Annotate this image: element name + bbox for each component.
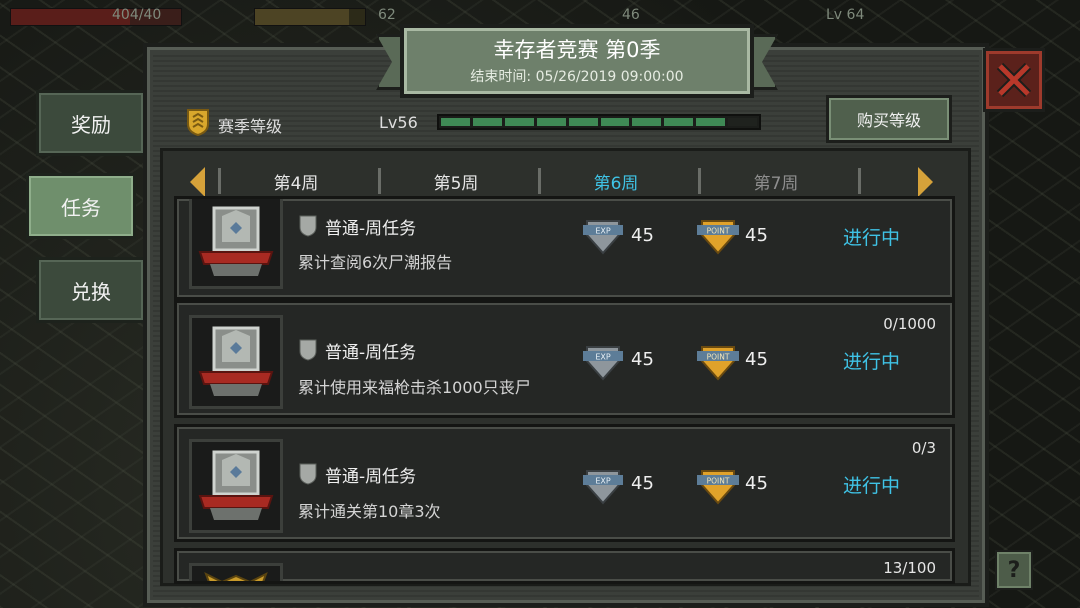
- exp-badge-icon: EXP: [583, 470, 623, 505]
- progress-segment: [441, 118, 470, 126]
- energy-bar: [254, 8, 366, 26]
- side-tab-tasks[interactable]: 任务: [26, 173, 136, 239]
- hud-level-value: Lv 64: [826, 7, 865, 23]
- season-badge-icon: [187, 109, 209, 136]
- progress-segment: [568, 118, 598, 126]
- week-next-icon[interactable]: [918, 167, 933, 197]
- end-time: 结束时间: 05/26/2019 09:00:00: [470, 69, 684, 85]
- week-separator: [378, 168, 381, 194]
- task-progress: 13/100: [883, 559, 936, 577]
- hud-health-value: 404/40: [112, 7, 162, 23]
- help-icon: ?: [1007, 557, 1021, 583]
- task-badge-icon: [189, 199, 283, 289]
- task-card[interactable]: 0/1000 普通-周任务 累计使用来福枪击杀1000只丧尸 EXP 45 PO…: [174, 300, 955, 418]
- progress-segment: [664, 118, 694, 126]
- task-type-label: 普通-周任务: [325, 343, 417, 363]
- shield-icon: [299, 339, 317, 361]
- season-progress-bar: [437, 114, 761, 130]
- progress-segment: [632, 118, 662, 126]
- buy-level-label: 购买等级: [856, 111, 921, 130]
- tab-week-6[interactable]: 第6周: [556, 169, 676, 194]
- svg-text:POINT: POINT: [707, 353, 730, 362]
- task-badge-icon: [189, 439, 283, 533]
- svg-text:EXP: EXP: [595, 227, 611, 236]
- hud-right-value: 46: [622, 7, 640, 23]
- task-description: 累计使用来福枪击杀1000只丧尸: [298, 378, 531, 397]
- task-description: 累计通关第10章3次: [298, 502, 441, 521]
- task-status: 进行中: [843, 227, 901, 249]
- task-description: 累计查阅6次尸潮报告: [298, 253, 453, 272]
- svg-text:EXP: EXP: [595, 477, 611, 486]
- help-button[interactable]: ?: [995, 550, 1033, 590]
- side-tab-rewards[interactable]: 奖励: [36, 90, 146, 156]
- task-status: 进行中: [843, 475, 901, 497]
- task-status: 进行中: [843, 351, 901, 373]
- progress-segment: [472, 118, 502, 126]
- week-separator: [858, 168, 861, 194]
- week-prev-icon[interactable]: [190, 167, 205, 197]
- point-badge-icon: POINT: [697, 470, 739, 505]
- title-plaque: 幸存者竞赛 第0季 结束时间: 05/26/2019 09:00:00: [400, 24, 754, 98]
- point-badge-icon: POINT: [697, 220, 739, 255]
- side-tab-exchange[interactable]: 兑换: [36, 257, 146, 323]
- task-progress: 0/1000: [883, 315, 936, 333]
- task-type-label: 普通-周任务: [325, 219, 417, 239]
- point-reward-value: 45: [745, 473, 768, 494]
- week-separator: [538, 168, 541, 194]
- shield-icon: [299, 463, 317, 485]
- svg-text:POINT: POINT: [707, 477, 730, 486]
- task-card[interactable]: 普通-周任务 累计查阅6次尸潮报告 EXP 45 POINT 45 进行中: [174, 196, 955, 300]
- close-icon: [996, 62, 1032, 98]
- progress-segment: [696, 118, 726, 126]
- season-level-label: 赛季等级: [218, 117, 283, 136]
- progress-segment: [728, 118, 758, 126]
- season-level-value: Lv56: [379, 113, 418, 132]
- close-button[interactable]: [983, 48, 1045, 112]
- side-tab-label: 奖励: [71, 112, 111, 137]
- task-badge-icon: [189, 563, 283, 581]
- side-tab-label: 兑换: [71, 279, 111, 304]
- svg-text:EXP: EXP: [595, 353, 611, 362]
- week-separator: [218, 168, 221, 194]
- task-card[interactable]: 0/3 普通-周任务 累计通关第10章3次 EXP 45 POINT 45 进行…: [174, 424, 955, 542]
- exp-reward-value: 45: [631, 225, 654, 246]
- exp-reward-value: 45: [631, 349, 654, 370]
- progress-segment: [504, 118, 534, 126]
- svg-text:POINT: POINT: [707, 227, 730, 236]
- exp-reward-value: 45: [631, 473, 654, 494]
- task-progress: 0/3: [911, 439, 936, 457]
- tab-week-7[interactable]: 第7周: [716, 169, 836, 194]
- hud-mid-value: 62: [378, 7, 396, 23]
- progress-segment: [600, 118, 630, 126]
- point-reward-value: 45: [745, 349, 768, 370]
- side-tab-label: 任务: [61, 195, 101, 220]
- exp-badge-icon: EXP: [583, 346, 623, 381]
- progress-segment: [536, 118, 566, 126]
- task-badge-icon: [189, 315, 283, 409]
- week-separator: [698, 168, 701, 194]
- point-badge-icon: POINT: [697, 346, 739, 381]
- buy-level-button[interactable]: 购买等级: [826, 95, 952, 143]
- point-reward-value: 45: [745, 225, 768, 246]
- page-title: 幸存者竞赛 第0季: [493, 38, 661, 62]
- tab-week-5[interactable]: 第5周: [396, 169, 516, 194]
- shield-icon: [299, 215, 317, 237]
- tab-week-4[interactable]: 第4周: [236, 169, 356, 194]
- task-card[interactable]: 13/100: [174, 548, 955, 584]
- task-type-label: 普通-周任务: [325, 467, 417, 487]
- exp-badge-icon: EXP: [583, 220, 623, 255]
